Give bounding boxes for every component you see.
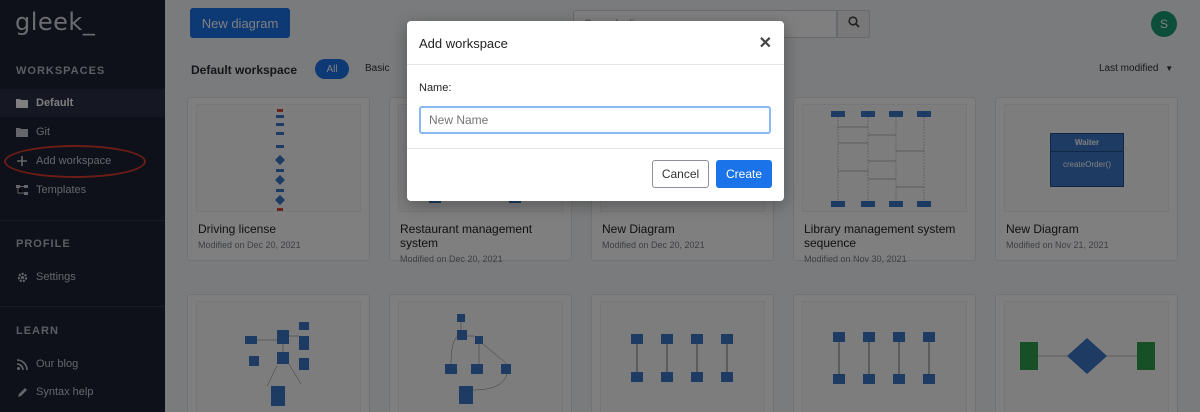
cancel-button[interactable]: Cancel (652, 160, 709, 188)
add-workspace-dialog: Add workspace ✕ Name: Cancel Create (407, 21, 784, 201)
dialog-divider (407, 148, 784, 149)
close-icon[interactable]: ✕ (759, 33, 772, 53)
create-button[interactable]: Create (716, 160, 772, 188)
name-label: Name: (419, 82, 452, 94)
dialog-title: Add workspace (419, 36, 508, 51)
workspace-name-input[interactable] (419, 106, 771, 134)
dialog-divider (407, 64, 784, 65)
